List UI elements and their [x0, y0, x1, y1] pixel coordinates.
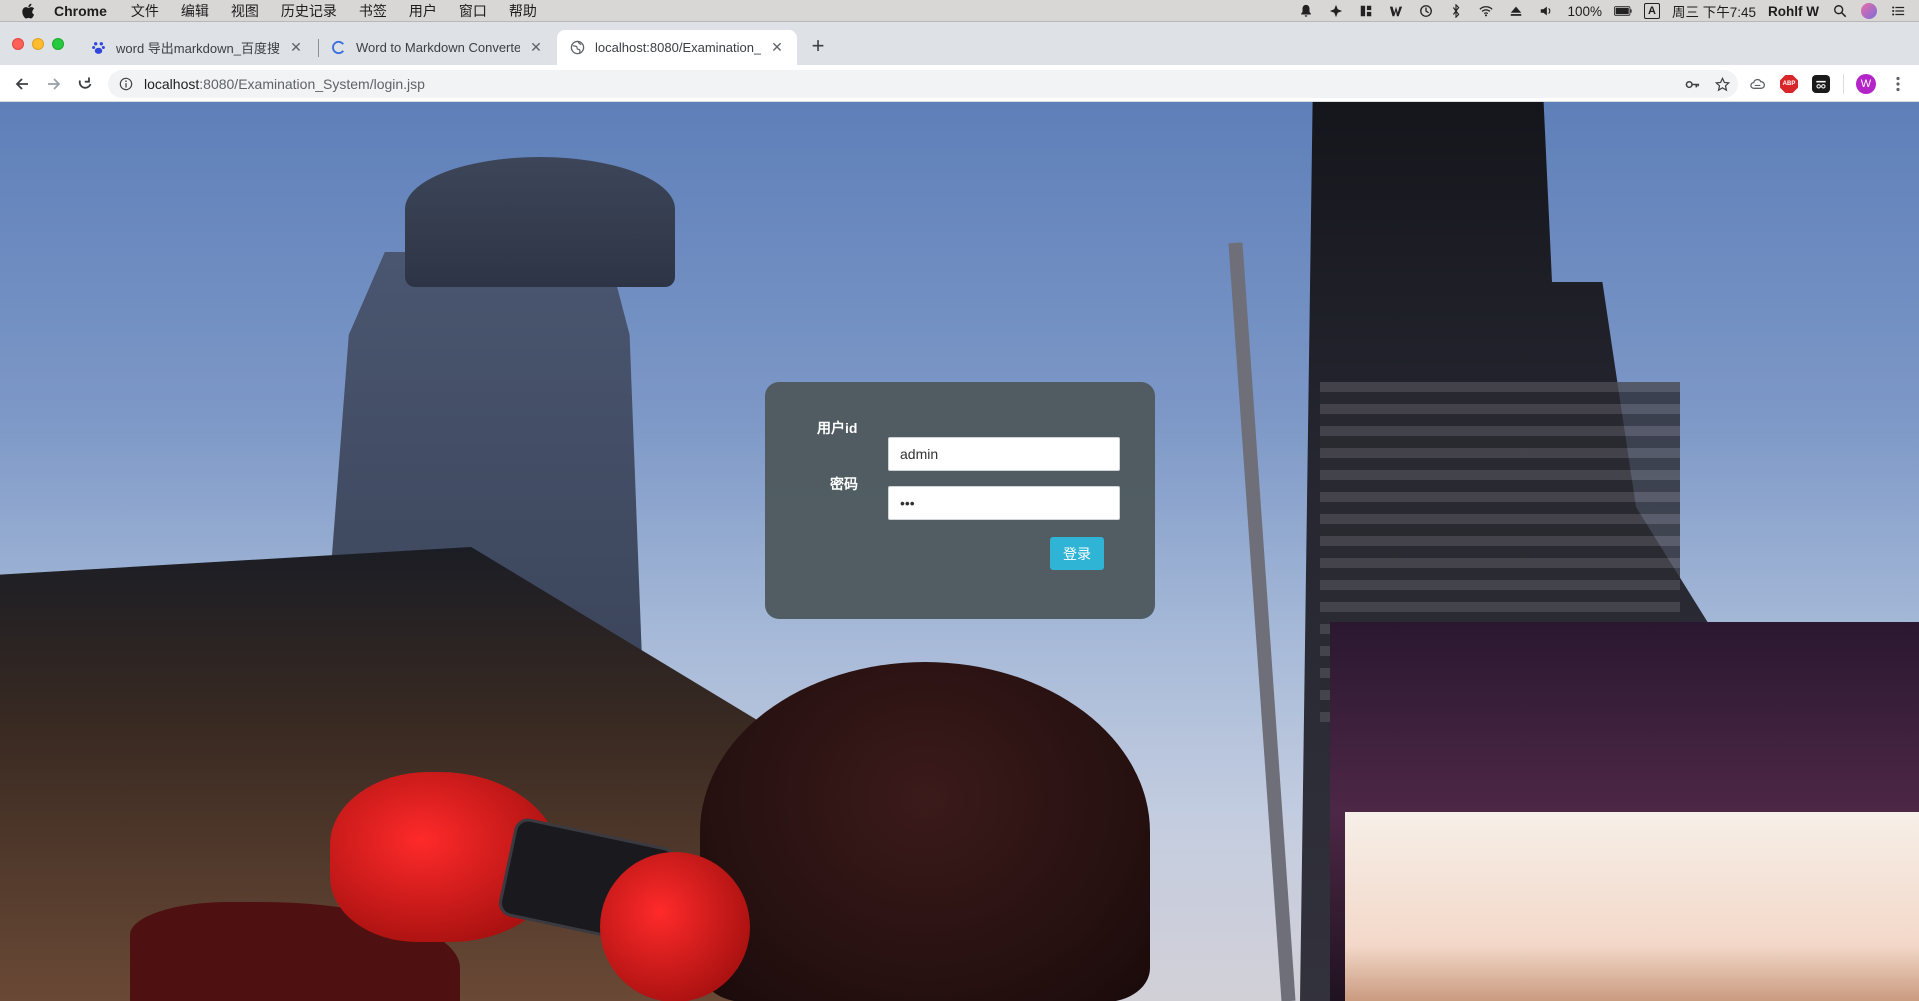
forward-arrow-icon[interactable] — [43, 73, 65, 95]
browser-toolbar: localhost:8080/Examination_System/login.… — [0, 65, 1919, 102]
extension-cloud-icon[interactable] — [1748, 75, 1766, 93]
window-zoom-button[interactable] — [52, 38, 64, 50]
menubar-clock[interactable]: 周三 下午7:45 — [1672, 1, 1756, 21]
adblock-plus-icon[interactable]: ABP — [1780, 75, 1798, 93]
back-arrow-icon[interactable] — [11, 73, 33, 95]
chrome-menu-kebab-icon[interactable] — [1889, 75, 1907, 93]
volume-icon[interactable] — [1537, 3, 1555, 19]
apple-icon[interactable] — [16, 3, 40, 19]
background-person-head — [700, 662, 1150, 1001]
omnibox-actions — [1684, 76, 1730, 92]
login-submit-button[interactable]: 登录 — [1050, 537, 1104, 570]
window-minimize-button[interactable] — [32, 38, 44, 50]
spotlight-search-icon[interactable] — [1831, 3, 1849, 19]
bluetooth-icon[interactable] — [1447, 3, 1465, 19]
reload-icon[interactable] — [74, 73, 96, 95]
wifi-icon[interactable] — [1477, 3, 1495, 19]
input-source-icon[interactable]: A — [1643, 3, 1660, 19]
tiles-icon[interactable] — [1357, 3, 1375, 19]
incognito-extension-icon[interactable] — [1812, 75, 1830, 93]
tab-close-icon[interactable]: ✕ — [288, 39, 304, 56]
password-input[interactable] — [888, 486, 1120, 520]
browser-tab-strip: word 导出markdown_百度搜索 ✕ Word to Markdown … — [0, 22, 1919, 65]
tab-word-to-markdown[interactable]: Word to Markdown Converter ✕ — [318, 30, 556, 65]
login-page-viewport: 用户id 密码 登录 — [0, 102, 1919, 1001]
user-id-input[interactable] — [888, 437, 1120, 471]
menu-people[interactable]: 用户 — [409, 1, 437, 21]
eject-icon[interactable] — [1507, 3, 1525, 19]
mac-menubar: Chrome 文件 编辑 视图 历史记录 书签 用户 窗口 帮助 100% A … — [0, 0, 1919, 22]
site-info-icon[interactable] — [118, 76, 134, 92]
tab-title: localhost:8080/Examination_Sy — [595, 40, 761, 55]
background-person-hand-right — [600, 852, 750, 1001]
toolbar-divider — [1843, 74, 1844, 94]
background-tower-left-top — [405, 157, 675, 287]
password-label: 密码 — [830, 476, 858, 492]
vpn-w-icon[interactable] — [1387, 3, 1405, 19]
time-machine-icon[interactable] — [1417, 3, 1435, 19]
tab-close-icon[interactable]: ✕ — [769, 39, 785, 56]
spark-icon[interactable] — [1327, 3, 1345, 19]
tab-close-icon[interactable]: ✕ — [528, 39, 544, 56]
menu-help[interactable]: 帮助 — [509, 1, 537, 21]
notification-bell-icon[interactable] — [1297, 3, 1315, 19]
tab-title: word 导出markdown_百度搜索 — [116, 41, 280, 56]
background-billboard — [1345, 812, 1919, 1001]
url-host: localhost — [144, 76, 200, 92]
battery-icon[interactable] — [1613, 3, 1632, 19]
menu-window[interactable]: 窗口 — [459, 1, 487, 21]
background-lamp-post — [1228, 242, 1296, 1001]
user-id-label: 用户id — [817, 420, 858, 436]
menu-app-name[interactable]: Chrome — [54, 3, 107, 19]
profile-avatar[interactable]: W — [1856, 74, 1876, 94]
menu-view[interactable]: 视图 — [231, 1, 259, 21]
new-tab-plus-icon[interactable]: + — [808, 33, 828, 58]
baidu-paw-icon — [90, 40, 106, 56]
address-bar[interactable]: localhost:8080/Examination_System/login.… — [108, 70, 1738, 98]
tab-localhost-login[interactable]: localhost:8080/Examination_Sy ✕ — [557, 30, 797, 65]
notification-center-icon[interactable] — [1889, 3, 1907, 19]
menubar-user[interactable]: Rohlf W — [1768, 4, 1819, 19]
url-path: :8080/Examination_System/login.jsp — [199, 76, 425, 92]
battery-percent: 100% — [1567, 3, 1602, 19]
bookmark-star-icon[interactable] — [1714, 76, 1730, 92]
siri-icon[interactable] — [1861, 3, 1877, 19]
converter-c-icon — [330, 40, 346, 56]
menu-history[interactable]: 历史记录 — [281, 1, 337, 21]
menu-bookmarks[interactable]: 书签 — [359, 1, 387, 21]
login-form: 用户id 密码 登录 — [765, 382, 1155, 619]
menubar-status-area: 100% A 周三 下午7:45 Rohlf W — [1297, 0, 1907, 22]
tab-title: Word to Markdown Converter — [356, 40, 520, 55]
globe-icon — [569, 40, 585, 56]
tab-baidu-search[interactable]: word 导出markdown_百度搜索 ✕ — [78, 30, 316, 65]
window-close-button[interactable] — [12, 38, 24, 50]
key-icon[interactable] — [1684, 76, 1700, 92]
window-controls — [12, 38, 64, 50]
menu-edit[interactable]: 编辑 — [181, 1, 209, 21]
menu-file[interactable]: 文件 — [131, 1, 159, 21]
